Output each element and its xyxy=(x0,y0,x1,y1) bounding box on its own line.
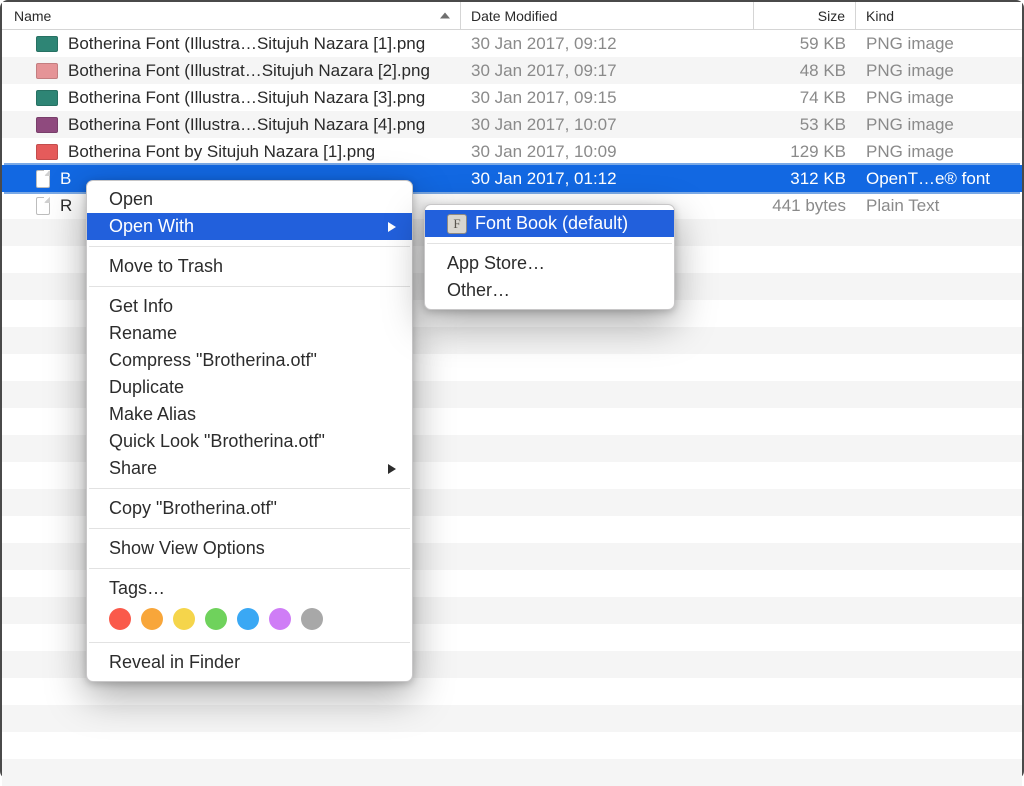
file-date-cell: 30 Jan 2017, 01:12 xyxy=(461,169,754,189)
sort-caret-icon xyxy=(440,12,450,19)
file-name-label: Botherina Font by Situjuh Nazara [1].png xyxy=(68,142,375,162)
menu-item-copy[interactable]: Copy "Brotherina.otf" xyxy=(87,495,412,522)
file-kind-cell: OpenT…e® font xyxy=(856,169,1022,189)
file-date-cell: 30 Jan 2017, 10:09 xyxy=(461,142,754,162)
file-date-cell: 30 Jan 2017, 09:15 xyxy=(461,88,754,108)
submenu-item-app-store[interactable]: App Store… xyxy=(425,250,674,277)
file-row[interactable]: Botherina Font (Illustra…Situjuh Nazara … xyxy=(2,84,1022,111)
column-header-size-label: Size xyxy=(818,8,845,24)
file-size-cell: 59 KB xyxy=(754,34,856,54)
file-kind-cell: PNG image xyxy=(856,34,1022,54)
image-file-icon xyxy=(36,117,58,133)
image-file-icon xyxy=(36,144,58,160)
file-row[interactable]: Botherina Font (Illustra…Situjuh Nazara … xyxy=(2,111,1022,138)
menu-separator xyxy=(89,568,410,569)
menu-separator xyxy=(89,246,410,247)
menu-item-open[interactable]: Open xyxy=(87,186,412,213)
tag-color-row xyxy=(87,602,412,636)
tag-dot-orange[interactable] xyxy=(141,608,163,630)
file-size-cell: 312 KB xyxy=(754,169,856,189)
menu-separator xyxy=(427,243,672,244)
document-file-icon xyxy=(36,170,50,188)
file-name-cell: Botherina Font (Illustra…Situjuh Nazara … xyxy=(2,115,461,135)
menu-item-get-info[interactable]: Get Info xyxy=(87,293,412,320)
file-kind-cell: PNG image xyxy=(856,88,1022,108)
menu-separator xyxy=(89,528,410,529)
menu-item-make-alias[interactable]: Make Alias xyxy=(87,401,412,428)
tag-dot-red[interactable] xyxy=(109,608,131,630)
column-header-name-label: Name xyxy=(14,8,51,24)
file-date-cell: 30 Jan 2017, 09:17 xyxy=(461,61,754,81)
image-file-icon xyxy=(36,63,58,79)
file-name-label: B xyxy=(60,169,71,189)
context-menu: Open Open With Move to Trash Get Info Re… xyxy=(86,180,413,682)
tag-dot-yellow[interactable] xyxy=(173,608,195,630)
submenu-item-other[interactable]: Other… xyxy=(425,277,674,304)
image-file-icon xyxy=(36,90,58,106)
menu-item-compress[interactable]: Compress "Brotherina.otf" xyxy=(87,347,412,374)
file-kind-cell: PNG image xyxy=(856,61,1022,81)
file-name-cell: Botherina Font (Illustra…Situjuh Nazara … xyxy=(2,34,461,54)
file-size-cell: 53 KB xyxy=(754,115,856,135)
file-date-cell: 30 Jan 2017, 10:07 xyxy=(461,115,754,135)
file-name-cell: Botherina Font (Illustra…Situjuh Nazara … xyxy=(2,88,461,108)
file-size-cell: 74 KB xyxy=(754,88,856,108)
column-header-date-label: Date Modified xyxy=(471,8,557,24)
font-book-icon: F xyxy=(447,214,467,234)
menu-separator xyxy=(89,488,410,489)
file-kind-cell: Plain Text xyxy=(856,196,1022,216)
file-name-cell: Botherina Font by Situjuh Nazara [1].png xyxy=(2,142,461,162)
submenu-item-font-book[interactable]: F Font Book (default) xyxy=(425,210,674,237)
file-size-cell: 129 KB xyxy=(754,142,856,162)
file-kind-cell: PNG image xyxy=(856,142,1022,162)
file-name-label: Botherina Font (Illustrat…Situjuh Nazara… xyxy=(68,61,430,81)
menu-item-reveal-in-finder[interactable]: Reveal in Finder xyxy=(87,649,412,676)
file-row[interactable]: Botherina Font (Illustra…Situjuh Nazara … xyxy=(2,30,1022,57)
column-header-kind[interactable]: Kind xyxy=(856,2,1022,29)
menu-item-show-view-options[interactable]: Show View Options xyxy=(87,535,412,562)
image-file-icon xyxy=(36,36,58,52)
menu-separator xyxy=(89,642,410,643)
file-size-cell: 441 bytes xyxy=(754,196,856,216)
file-date-cell: 30 Jan 2017, 09:12 xyxy=(461,34,754,54)
tag-dot-gray[interactable] xyxy=(301,608,323,630)
column-header-size[interactable]: Size xyxy=(754,2,856,29)
file-row[interactable]: Botherina Font by Situjuh Nazara [1].png… xyxy=(2,138,1022,165)
file-name-label: Botherina Font (Illustra…Situjuh Nazara … xyxy=(68,115,425,135)
file-size-cell: 48 KB xyxy=(754,61,856,81)
menu-item-tags[interactable]: Tags… xyxy=(87,575,412,602)
column-header-row: Name Date Modified Size Kind xyxy=(2,2,1022,30)
menu-item-duplicate[interactable]: Duplicate xyxy=(87,374,412,401)
menu-item-share[interactable]: Share xyxy=(87,455,412,482)
open-with-submenu: F Font Book (default) App Store… Other… xyxy=(424,204,675,310)
menu-item-open-with[interactable]: Open With xyxy=(87,213,412,240)
tag-dot-blue[interactable] xyxy=(237,608,259,630)
tag-dot-purple[interactable] xyxy=(269,608,291,630)
menu-item-quick-look[interactable]: Quick Look "Brotherina.otf" xyxy=(87,428,412,455)
file-name-label: Botherina Font (Illustra…Situjuh Nazara … xyxy=(68,88,425,108)
file-name-cell: Botherina Font (Illustrat…Situjuh Nazara… xyxy=(2,61,461,81)
file-kind-cell: PNG image xyxy=(856,115,1022,135)
tag-dot-green[interactable] xyxy=(205,608,227,630)
menu-item-rename[interactable]: Rename xyxy=(87,320,412,347)
column-header-kind-label: Kind xyxy=(866,8,894,24)
file-name-label: Botherina Font (Illustra…Situjuh Nazara … xyxy=(68,34,425,54)
file-name-label: R xyxy=(60,196,72,216)
menu-separator xyxy=(89,286,410,287)
file-row[interactable]: Botherina Font (Illustrat…Situjuh Nazara… xyxy=(2,57,1022,84)
document-file-icon xyxy=(36,197,50,215)
menu-item-move-to-trash[interactable]: Move to Trash xyxy=(87,253,412,280)
column-header-date[interactable]: Date Modified xyxy=(461,2,754,29)
column-header-name[interactable]: Name xyxy=(2,2,461,29)
